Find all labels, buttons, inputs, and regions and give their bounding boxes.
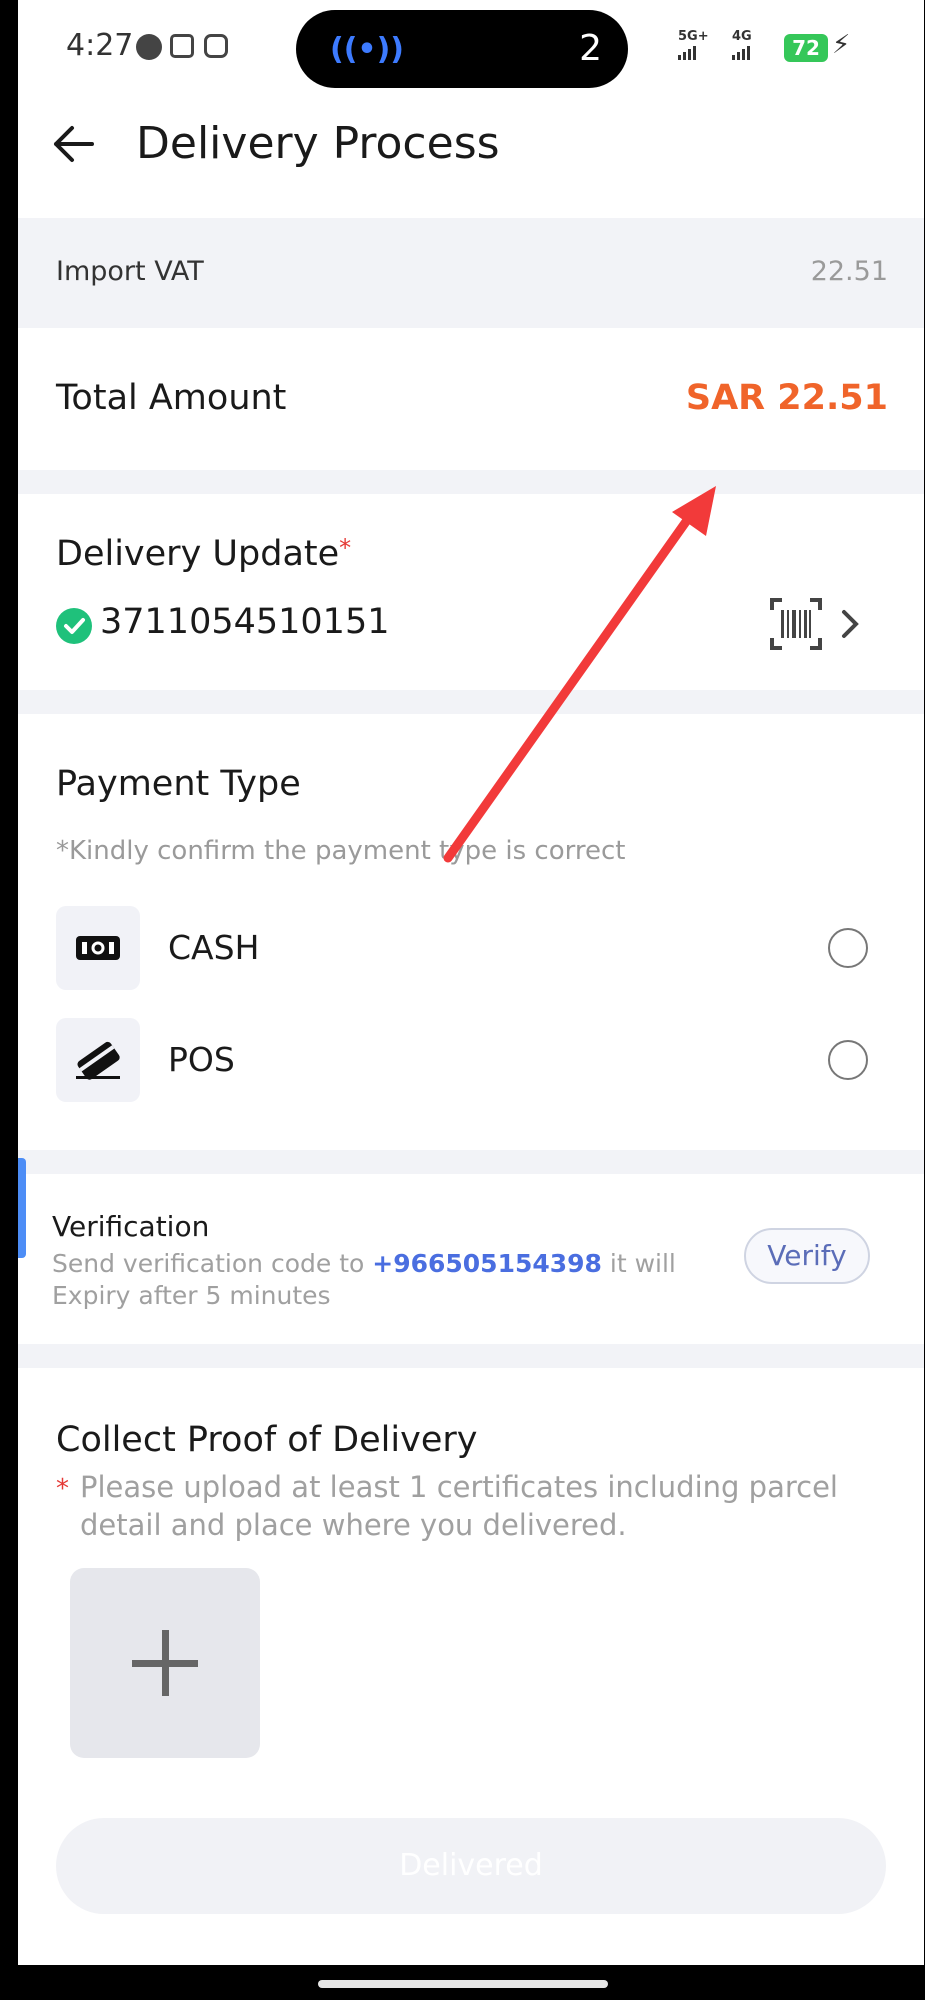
total-amount-label: Total Amount — [56, 378, 287, 418]
network-label-1: 5G+ — [678, 29, 709, 44]
import-vat-label: Import VAT — [56, 256, 204, 287]
message-icon — [136, 34, 162, 60]
screen-icon — [170, 34, 194, 58]
barcode-scan-icon[interactable] — [768, 596, 824, 656]
broadcast-icon: ((•)) — [330, 32, 405, 67]
payment-type-label: Payment Type — [56, 764, 301, 804]
home-indicator[interactable] — [318, 1980, 608, 1988]
charging-icon: ⚡ — [832, 30, 851, 60]
upload-photo-button[interactable] — [70, 1568, 260, 1758]
section-divider — [18, 1344, 924, 1368]
back-arrow-icon[interactable] — [50, 124, 96, 168]
verification-text: Send verification code to +966505154398 … — [52, 1248, 692, 1312]
dynamic-island[interactable]: ((•)) 2 — [296, 10, 628, 88]
verify-button[interactable]: Verify — [744, 1228, 870, 1284]
pos-radio[interactable] — [828, 1040, 868, 1080]
status-time: 4:27 — [66, 28, 134, 63]
cash-radio[interactable] — [828, 928, 868, 968]
tracking-number: 3711054510151 — [100, 602, 390, 642]
plus-icon — [132, 1630, 198, 1696]
verification-label: Verification — [52, 1210, 210, 1243]
payment-option-cash[interactable]: CASH — [168, 928, 259, 967]
notification-icon — [204, 34, 228, 58]
page-title: Delivery Process — [136, 118, 500, 169]
section-divider — [18, 690, 924, 714]
required-mark: * — [56, 1474, 69, 1504]
cash-icon — [56, 906, 140, 990]
delivered-button[interactable]: Delivered — [56, 1818, 886, 1914]
verification-phone: +966505154398 — [372, 1249, 602, 1278]
check-circle-icon — [56, 608, 92, 644]
chevron-right-icon[interactable] — [838, 604, 862, 648]
app-screen: 4:27 ((•)) 2 5G+ 4G 72 ⚡ Delivery Proces… — [18, 0, 924, 1965]
verification-text-before: Send verification code to — [52, 1249, 373, 1278]
payment-option-pos[interactable]: POS — [168, 1040, 235, 1079]
proof-of-delivery-note: Please upload at least 1 certificates in… — [80, 1470, 838, 1542]
required-mark: * — [339, 534, 352, 562]
network-label-2: 4G — [732, 29, 752, 44]
delivery-update-text: Delivery Update — [56, 534, 340, 574]
side-tab-indicator[interactable] — [18, 1158, 26, 1258]
card-icon — [56, 1018, 140, 1102]
import-vat-value: 22.51 — [810, 256, 888, 287]
signal-4g-icon: 4G — [732, 30, 752, 60]
payment-type-note: *Kindly confirm the payment type is corr… — [56, 836, 626, 866]
section-divider — [18, 470, 924, 494]
section-divider — [18, 1150, 924, 1174]
proof-of-delivery-label: Collect Proof of Delivery — [56, 1420, 478, 1460]
signal-5g-icon: 5G+ — [678, 30, 709, 60]
island-count: 2 — [579, 28, 602, 69]
delivery-update-label: Delivery Update* — [56, 534, 351, 574]
total-amount-value: SAR 22.51 — [685, 378, 888, 418]
battery-indicator: 72 — [784, 34, 828, 62]
